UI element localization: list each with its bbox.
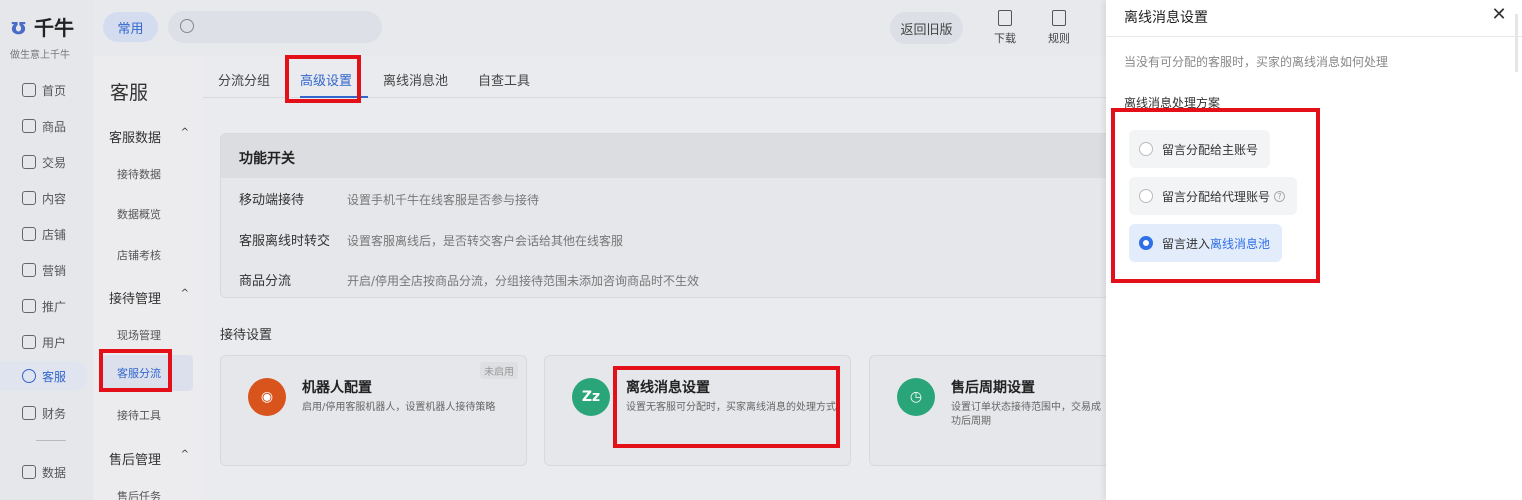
tab-offline-message-pool[interactable]: 离线消息池: [383, 70, 448, 89]
close-icon[interactable]: ✕: [1490, 6, 1508, 24]
function-card-title: 功能开关: [221, 134, 1119, 178]
nav-item-data[interactable]: 数据: [0, 457, 93, 487]
left-nav: ʊ 千牛 做生意上千牛 首页 商品 交易 内容 店铺 营销 推广 用户 客服 财…: [0, 0, 93, 500]
subnav-title: 客服: [110, 82, 149, 104]
highlight-box: [1111, 108, 1320, 283]
search-icon: [180, 19, 194, 33]
subnav-group-cs-data[interactable]: 客服数据 ^: [109, 127, 189, 146]
download-icon: [998, 10, 1012, 26]
subnav-item-reception-data[interactable]: 接待数据: [117, 166, 161, 182]
headset-icon: [22, 369, 36, 383]
subnav-group-reception-mgmt[interactable]: 接待管理 ^: [109, 288, 189, 307]
nav-item-finance[interactable]: 财务: [0, 398, 93, 428]
finance-icon: [22, 406, 36, 420]
nav-item-shop[interactable]: 店铺: [0, 219, 93, 249]
chevron-up-icon: ^: [180, 288, 189, 299]
offline-message-drawer: 离线消息设置 ✕ 当没有可分配的客服时，买家的离线消息如何处理 离线消息处理方案…: [1106, 0, 1522, 500]
after-sales-period-card[interactable]: ◷ 售后周期设置 设置订单状态接待范围中，交易成功后周期: [869, 355, 1119, 466]
old-version-button[interactable]: 返回旧版: [890, 12, 963, 44]
subnav-item-reception-tools[interactable]: 接待工具: [117, 407, 161, 423]
logo[interactable]: ʊ 千牛 做生意上千牛: [8, 14, 88, 62]
data-icon: [22, 465, 36, 479]
subnav-item-after-sales-task[interactable]: 售后任务: [117, 488, 161, 500]
card-desc: 设置订单状态接待范围中，交易成功后周期: [951, 402, 1101, 427]
common-button[interactable]: 常用: [103, 12, 158, 42]
nav-item-users[interactable]: 用户: [0, 327, 93, 357]
highlight-box: [285, 55, 361, 103]
logo-brand: 千牛: [34, 16, 74, 40]
rules-button[interactable]: 规则: [1044, 10, 1074, 46]
divider: [1106, 36, 1522, 37]
nav-item-customer-service[interactable]: 客服: [0, 361, 88, 391]
marketing-icon: [22, 263, 36, 277]
nav-item-marketing[interactable]: 营销: [0, 255, 93, 285]
sub-nav: 客服 客服数据 ^ 接待数据 数据概览 店铺考核 接待管理 ^ 现场管理 客服分流 …: [93, 56, 203, 500]
robot-config-card[interactable]: 未启用 ◉ 机器人配置 启用/停用客服机器人，设置机器人接待策略: [220, 355, 527, 466]
nav-item-promotion[interactable]: 推广: [0, 291, 93, 321]
subnav-item-shop-assessment[interactable]: 店铺考核: [117, 247, 161, 263]
function-row[interactable]: 客服离线时转交 设置客服离线后，是否转交客户会话给其他在线客服: [239, 230, 1119, 249]
home-icon: [22, 83, 36, 97]
card-title: 机器人配置: [302, 380, 372, 396]
status-badge: 未启用: [480, 362, 518, 379]
drawer-title: 离线消息设置: [1124, 10, 1208, 26]
search-input[interactable]: [168, 11, 382, 43]
qianniu-logo-icon: ʊ: [10, 15, 27, 40]
logo-slogan: 做生意上千牛: [10, 50, 70, 61]
drawer-hint: 当没有可分配的客服时，买家的离线消息如何处理: [1124, 55, 1389, 69]
card-desc: 启用/停用客服机器人，设置机器人接待策略: [302, 402, 496, 413]
zz-icon: Zz: [572, 378, 610, 416]
clock-icon: ◷: [897, 378, 935, 416]
subnav-item-onsite-mgmt[interactable]: 现场管理: [117, 327, 161, 343]
trade-icon: [22, 155, 36, 169]
highlight-box: [99, 349, 172, 392]
nav-item-goods[interactable]: 商品: [0, 111, 93, 141]
nav-divider: [36, 440, 66, 441]
function-row[interactable]: 移动端接待 设置手机千牛在线客服是否参与接待: [239, 189, 1119, 208]
download-button[interactable]: 下载: [990, 10, 1020, 46]
chevron-up-icon: ^: [180, 449, 189, 460]
nav-item-content[interactable]: 内容: [0, 183, 93, 213]
reception-settings-title: 接待设置: [220, 328, 273, 343]
promotion-icon: [22, 299, 36, 313]
tab-routing-groups[interactable]: 分流分组: [218, 70, 270, 89]
tab-self-check-tools[interactable]: 自查工具: [478, 70, 530, 89]
function-row[interactable]: 商品分流 开启/停用全店按商品分流，分组接待范围未添加咨询商品时不生效: [239, 270, 1119, 289]
chevron-up-icon: ^: [180, 127, 189, 138]
shop-icon: [22, 227, 36, 241]
nav-item-trade[interactable]: 交易: [0, 147, 93, 177]
card-title: 售后周期设置: [951, 380, 1035, 396]
user-icon: [22, 335, 36, 349]
top-bar: 常用 返回旧版 下载 规则: [93, 0, 1106, 56]
scrollbar[interactable]: [1515, 14, 1518, 72]
nav-item-home[interactable]: 首页: [0, 75, 93, 105]
subnav-group-after-sales[interactable]: 售后管理 ^: [109, 449, 189, 468]
robot-icon: ◉: [248, 378, 286, 416]
content-icon: [22, 191, 36, 205]
function-switch-card: 功能开关 移动端接待 设置手机千牛在线客服是否参与接待 客服离线时转交 设置客服离线…: [220, 133, 1120, 298]
highlight-box: [613, 366, 840, 448]
subnav-item-data-overview[interactable]: 数据概览: [117, 206, 161, 222]
rules-icon: [1052, 10, 1066, 26]
goods-icon: [22, 119, 36, 133]
